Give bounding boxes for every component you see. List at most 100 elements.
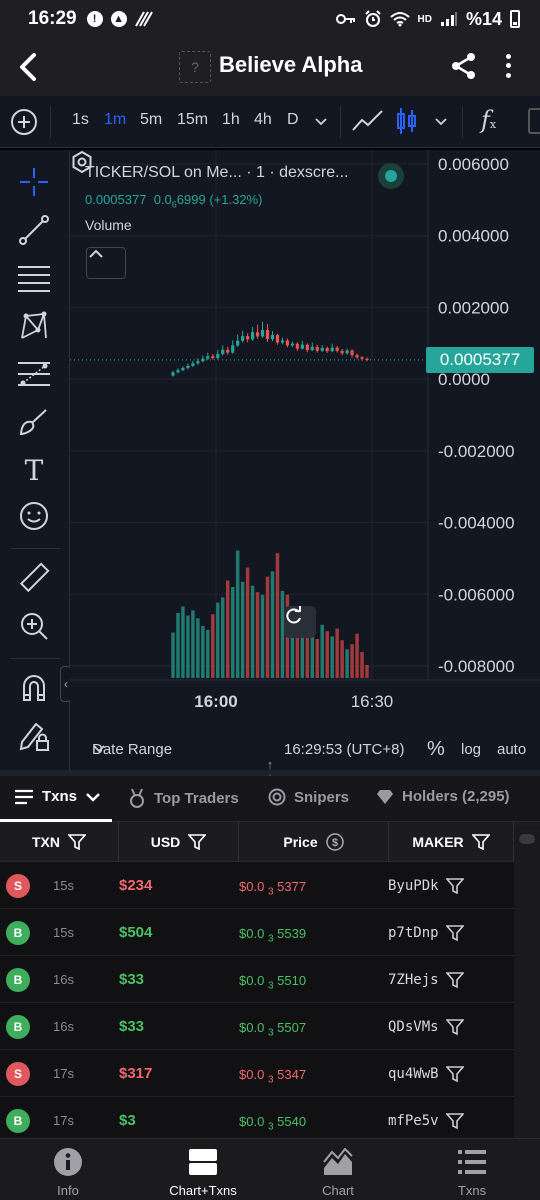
reset-chart-button[interactable] — [284, 606, 316, 638]
dollar-toggle-icon[interactable]: $ — [325, 833, 344, 851]
filter-icon[interactable] — [446, 877, 464, 895]
tab-txns[interactable]: Txns — [14, 788, 101, 805]
indicators-fx-button[interactable]: fx — [481, 106, 496, 134]
chevron-down-icon[interactable] — [434, 114, 448, 128]
candle-body — [206, 356, 210, 359]
filter-icon[interactable] — [446, 1018, 464, 1036]
txn-maker[interactable]: QDsVMs — [388, 1019, 439, 1035]
volume-bar — [201, 626, 205, 678]
txn-type-badge: B — [6, 1109, 30, 1133]
chevron-down-icon[interactable] — [314, 114, 328, 128]
chart-settings-icon[interactable] — [70, 150, 94, 174]
txn-maker[interactable]: qu4WwB — [388, 1066, 439, 1082]
txn-table-header: TXN USD Price $ MAKER — [0, 822, 540, 862]
nav-chart-txns[interactable]: Chart+Txns — [143, 1147, 263, 1198]
tab-holders[interactable]: Holders (2,295) — [376, 788, 510, 805]
tab-top-traders[interactable]: Top Traders — [128, 788, 239, 808]
volume-bar — [265, 576, 270, 678]
nav-info[interactable]: Info — [8, 1147, 128, 1198]
candle-body — [310, 346, 314, 351]
emoji-icon[interactable] — [16, 498, 52, 534]
collapse-legend-button[interactable] — [86, 247, 126, 279]
filter-icon[interactable] — [446, 971, 464, 989]
txn-type-badge: B — [6, 921, 30, 945]
table-row[interactable]: S 17s $317 $0.0 3 5347 qu4WwB — [0, 1050, 514, 1097]
trend-line-icon[interactable] — [16, 212, 52, 248]
share-icon[interactable] — [450, 52, 478, 80]
date-range-button[interactable]: Date Range — [92, 741, 172, 758]
interval-d[interactable]: D — [287, 111, 299, 129]
status-time: 16:29 — [28, 8, 77, 29]
stripes-icon — [134, 11, 153, 27]
interval-15m[interactable]: 15m — [177, 111, 208, 129]
column-txn[interactable]: TXN — [0, 822, 119, 862]
table-row[interactable]: B 16s $33 $0.0 3 5507 QDsVMs — [0, 1003, 514, 1050]
filter-icon[interactable] — [68, 834, 86, 850]
table-row[interactable]: S 15s $234 $0.0 3 5377 ByuPDk — [0, 862, 514, 909]
fib-icon[interactable] — [16, 356, 52, 392]
table-row[interactable]: B 17s $3 $0.0 3 5540 mfPe5v — [0, 1097, 514, 1138]
txn-price: $0.0 3 5507 — [239, 1020, 307, 1039]
medal-icon — [130, 788, 144, 808]
log-scale-toggle[interactable]: log — [461, 741, 481, 758]
candle-body — [320, 347, 324, 351]
table-scrollbar[interactable] — [514, 826, 540, 1138]
txn-usd: $33 — [119, 1018, 145, 1035]
brush-icon[interactable] — [16, 404, 52, 440]
interval-1s[interactable]: 1s — [72, 111, 89, 129]
txn-maker[interactable]: 7ZHejs — [388, 972, 439, 988]
candle-body — [285, 340, 290, 346]
filter-icon[interactable] — [471, 834, 490, 850]
magnet-icon[interactable] — [16, 670, 52, 706]
column-usd[interactable]: USD — [119, 822, 239, 862]
txn-maker[interactable]: p7tDnp — [388, 925, 439, 941]
line-chart-style-icon[interactable] — [352, 108, 384, 134]
add-indicator-icon[interactable] — [11, 109, 37, 135]
percent-scale-toggle[interactable]: % — [427, 738, 445, 761]
filter-icon[interactable] — [446, 1112, 464, 1130]
table-row[interactable]: B 15s $504 $0.0 3 5539 p7tDnp — [0, 909, 514, 956]
zoom-in-icon[interactable] — [16, 608, 52, 644]
chart-legend-values: 0.0005377 0.066999 (+1.32%) — [85, 192, 263, 210]
txn-age: 15s — [53, 925, 74, 940]
ruler-icon[interactable] — [16, 560, 52, 596]
nav-chart[interactable]: Chart — [278, 1147, 398, 1198]
pattern-icon[interactable] — [16, 308, 52, 344]
txn-maker[interactable]: mfPe5v — [388, 1113, 439, 1129]
nav-txns[interactable]: Txns — [412, 1147, 532, 1198]
tab-snipers[interactable]: Snipers — [268, 788, 349, 806]
more-toolbar-icon[interactable] — [528, 108, 540, 134]
candle-body — [345, 350, 349, 354]
interval-5m[interactable]: 5m — [140, 111, 162, 129]
candle-body — [196, 361, 200, 364]
price-chart[interactable]: 0.0060000.0040000.0020000.0000-0.002000-… — [70, 150, 540, 728]
live-status-indicator — [378, 163, 404, 189]
candle-style-icon[interactable] — [396, 106, 418, 136]
crosshair-icon[interactable] — [16, 164, 52, 200]
filter-icon[interactable] — [188, 834, 207, 850]
column-price[interactable]: Price $ — [239, 822, 389, 862]
chart-legend-title: TICKER/SOL on Me... · 1 · dexscre... — [85, 164, 349, 181]
lock-pencil-icon[interactable] — [16, 718, 52, 754]
toolbar-divider — [50, 106, 51, 138]
chart-area[interactable]: 0.006000 0.004000 0.002000 0.0000 -0.002000-… — [70, 150, 540, 770]
auto-scale-toggle[interactable]: auto — [497, 741, 526, 758]
candle-body — [171, 372, 175, 376]
table-row[interactable]: B 16s $33 $0.0 3 5510 7ZHejs — [0, 956, 514, 1003]
txn-type-badge: B — [6, 1015, 30, 1039]
more-options-icon[interactable] — [498, 52, 518, 80]
candle-body — [355, 355, 359, 358]
filter-icon[interactable] — [446, 1065, 464, 1083]
interval-1m[interactable]: 1m — [104, 111, 126, 129]
chevron-up-icon — [89, 249, 103, 258]
back-button[interactable] — [14, 50, 44, 84]
txn-maker[interactable]: ByuPDk — [388, 878, 439, 894]
text-icon[interactable]: T — [16, 452, 52, 488]
horizontal-lines-icon[interactable] — [16, 260, 52, 296]
interval-1h[interactable]: 1h — [222, 111, 240, 129]
filter-icon[interactable] — [446, 924, 464, 942]
y-tick-label: -0.006000 — [438, 585, 515, 604]
interval-4h[interactable]: 4h — [254, 111, 272, 129]
candle-body — [295, 343, 299, 349]
column-maker[interactable]: MAKER — [389, 822, 514, 862]
